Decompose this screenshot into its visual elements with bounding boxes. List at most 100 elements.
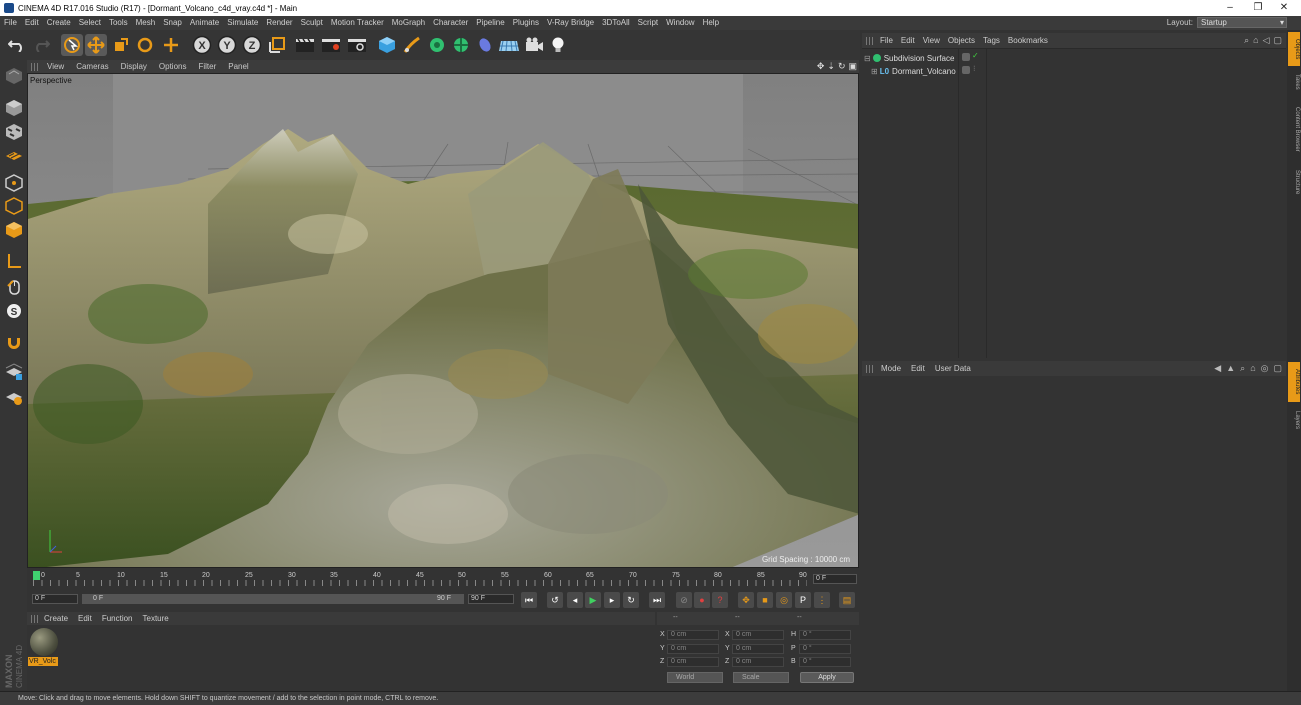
visibility-toggle-icon[interactable]: [962, 66, 970, 74]
key-rotation-icon[interactable]: ◎: [776, 592, 792, 608]
next-frame-icon[interactable]: ▸: [604, 592, 620, 608]
key-point-level-icon[interactable]: ⋮: [814, 592, 830, 608]
search-icon[interactable]: ⌕: [1240, 363, 1245, 374]
texture-mode-icon[interactable]: [3, 121, 24, 142]
panel-grip-icon[interactable]: [31, 62, 39, 71]
render-view-icon[interactable]: [294, 34, 316, 56]
menu-animate[interactable]: Animate: [186, 16, 223, 30]
menu-help[interactable]: Help: [699, 16, 723, 30]
menu-mesh[interactable]: Mesh: [132, 16, 160, 30]
position-y-field[interactable]: 0 cm: [667, 644, 719, 654]
tab-objects[interactable]: Objects: [1288, 32, 1300, 66]
object-menu-bookmarks[interactable]: Bookmarks: [1004, 36, 1052, 45]
object-menu-tags[interactable]: Tags: [979, 36, 1004, 45]
menu-vray-bridge[interactable]: V-Ray Bridge: [543, 16, 598, 30]
panel-grip-icon[interactable]: [866, 364, 874, 373]
apply-button[interactable]: Apply: [800, 672, 854, 683]
position-x-field[interactable]: 0 cm: [667, 630, 719, 640]
position-z-field[interactable]: 0 cm: [667, 657, 719, 667]
object-menu-view[interactable]: View: [919, 36, 944, 45]
previous-frame-icon[interactable]: ◂: [567, 592, 583, 608]
scale-icon[interactable]: [110, 34, 132, 56]
z-axis-lock-icon[interactable]: Z: [241, 34, 263, 56]
model-mode-icon[interactable]: [3, 97, 24, 118]
menu-edit[interactable]: Edit: [21, 16, 43, 30]
preview-range-slider[interactable]: 0 F 90 F: [82, 594, 464, 604]
keyframe-selection-icon[interactable]: ?: [712, 592, 728, 608]
make-editable-icon[interactable]: [3, 65, 24, 86]
back-icon[interactable]: ◁: [1263, 35, 1270, 46]
rotation-h-field[interactable]: 0 °: [799, 630, 851, 640]
tab-content-browser[interactable]: Content Browser: [1288, 98, 1300, 160]
redo-icon[interactable]: [30, 34, 52, 56]
size-y-field[interactable]: 0 cm: [732, 644, 784, 654]
menu-tools[interactable]: Tools: [105, 16, 132, 30]
rotation-b-field[interactable]: 0 °: [799, 657, 851, 667]
material-menu-texture[interactable]: Texture: [138, 614, 174, 623]
tab-layers[interactable]: Layers: [1288, 406, 1300, 434]
recent-tool-icon[interactable]: [160, 34, 182, 56]
perspective-viewport[interactable]: Perspective Grid Spacing : 10000 cm: [27, 73, 859, 568]
y-axis-lock-icon[interactable]: Y: [216, 34, 238, 56]
start-frame-field[interactable]: 0 F: [32, 594, 78, 604]
new-panel-icon[interactable]: ▢: [1273, 363, 1282, 374]
up-arrow-icon[interactable]: ▲: [1226, 363, 1235, 374]
lock-icon[interactable]: ⌂: [1250, 363, 1255, 374]
viewport-menu-view[interactable]: View: [41, 62, 70, 71]
tweak-mode-icon[interactable]: [3, 275, 24, 296]
layer-dots-icon[interactable]: ⁝: [973, 64, 976, 73]
go-to-start-icon[interactable]: ⏮: [521, 592, 537, 608]
camera-icon[interactable]: [523, 34, 545, 56]
attribute-menu-edit[interactable]: Edit: [906, 364, 930, 373]
workplane-lock-icon[interactable]: [3, 361, 24, 382]
menu-character[interactable]: Character: [429, 16, 472, 30]
current-frame-field[interactable]: 0 F: [813, 574, 857, 584]
cloner-icon[interactable]: [450, 34, 472, 56]
settings-icon[interactable]: ◎: [1261, 363, 1269, 374]
material-menu-edit[interactable]: Edit: [73, 614, 97, 623]
play-forward-icon[interactable]: ▶: [585, 592, 601, 608]
material-menu-create[interactable]: Create: [39, 614, 73, 623]
viewport-menu-display[interactable]: Display: [115, 62, 153, 71]
record-keys-icon[interactable]: ⊘: [676, 592, 692, 608]
menu-script[interactable]: Script: [634, 16, 662, 30]
menu-simulate[interactable]: Simulate: [223, 16, 262, 30]
snapping-icon[interactable]: S: [3, 300, 24, 321]
dolly-view-icon[interactable]: ⇣: [827, 61, 835, 72]
light-icon[interactable]: [547, 34, 569, 56]
rotation-p-field[interactable]: 0 °: [799, 644, 851, 654]
object-row-subdivision-surface[interactable]: ⊟ Subdivision Surface: [864, 52, 954, 64]
magnet-icon[interactable]: [3, 332, 24, 353]
material-preview-ball[interactable]: [30, 628, 58, 656]
column-divider[interactable]: [986, 48, 987, 358]
viewport-menu-filter[interactable]: Filter: [192, 62, 222, 71]
timeline-ruler[interactable]: 0 5 10 15 20 25 30 35 40 45 50 55 60 65 …: [27, 568, 859, 590]
maximize-view-icon[interactable]: ▣: [848, 61, 857, 72]
material-menu-function[interactable]: Function: [97, 614, 138, 623]
attribute-menu-user-data[interactable]: User Data: [930, 364, 976, 373]
move-icon[interactable]: [85, 34, 107, 56]
points-mode-icon[interactable]: [3, 172, 24, 193]
menu-plugins[interactable]: Plugins: [509, 16, 543, 30]
x-axis-lock-icon[interactable]: X: [191, 34, 213, 56]
menu-select[interactable]: Select: [75, 16, 105, 30]
floor-icon[interactable]: [498, 34, 520, 56]
deformer-icon[interactable]: [474, 34, 496, 56]
object-menu-edit[interactable]: Edit: [897, 36, 919, 45]
layout-dropdown[interactable]: Startup: [1197, 17, 1287, 28]
workplane-mode-icon[interactable]: [3, 145, 24, 166]
coordinate-space-dropdown[interactable]: World: [667, 672, 723, 683]
menu-snap[interactable]: Snap: [159, 16, 186, 30]
pen-spline-icon[interactable]: [401, 34, 423, 56]
search-icon[interactable]: ⌕: [1244, 35, 1249, 46]
menu-file[interactable]: File: [0, 16, 21, 30]
previous-key-icon[interactable]: ↺: [547, 592, 563, 608]
rotate-icon[interactable]: [134, 34, 156, 56]
minimize-button[interactable]: –: [1215, 0, 1245, 16]
object-menu-file[interactable]: File: [876, 36, 897, 45]
menu-sculpt[interactable]: Sculpt: [297, 16, 327, 30]
viewport-menu-options[interactable]: Options: [153, 62, 193, 71]
attribute-menu-mode[interactable]: Mode: [876, 364, 906, 373]
menu-motion-tracker[interactable]: Motion Tracker: [327, 16, 388, 30]
pan-view-icon[interactable]: ✥: [817, 61, 825, 72]
